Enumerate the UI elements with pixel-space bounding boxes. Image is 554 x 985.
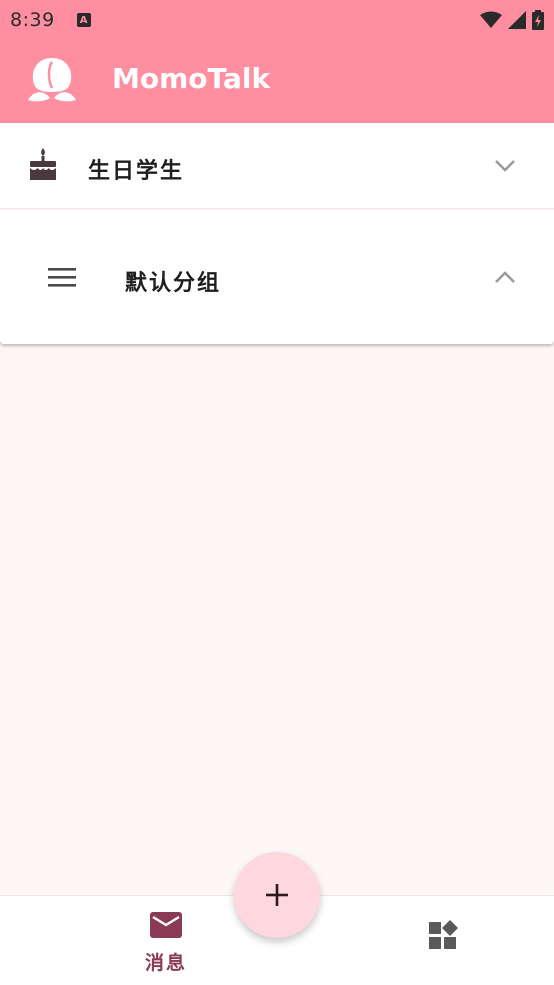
- widgets-icon[interactable]: [428, 920, 458, 950]
- status-indicators: [480, 10, 544, 30]
- status-time: 8:39: [10, 9, 55, 31]
- plus-icon: [266, 884, 288, 906]
- mail-icon[interactable]: [150, 912, 182, 938]
- chevron-down-icon[interactable]: [494, 159, 516, 173]
- cake-icon: [30, 148, 56, 180]
- chevron-up-icon[interactable]: [494, 270, 516, 284]
- peach-logo-icon: [28, 58, 76, 102]
- add-button[interactable]: [234, 852, 320, 938]
- menu-icon: [48, 268, 76, 287]
- signal-icon: [508, 11, 526, 29]
- wifi-icon: [480, 11, 502, 28]
- status-bar: 8:39 A: [0, 0, 554, 40]
- title-bar: MomoTalk: [0, 40, 554, 123]
- nav-messages-label[interactable]: 消息: [145, 948, 187, 975]
- group-label: 默认分组: [125, 271, 222, 296]
- notification-icon: A: [76, 13, 91, 27]
- group-birthday-students[interactable]: 生日学生: [0, 123, 554, 209]
- group-default[interactable]: 默认分组: [0, 210, 554, 344]
- group-label: 生日学生: [88, 159, 185, 184]
- app-title: MomoTalk: [112, 62, 271, 95]
- battery-icon: [532, 10, 544, 30]
- app-bar: 8:39 A MomoTalk: [0, 0, 554, 123]
